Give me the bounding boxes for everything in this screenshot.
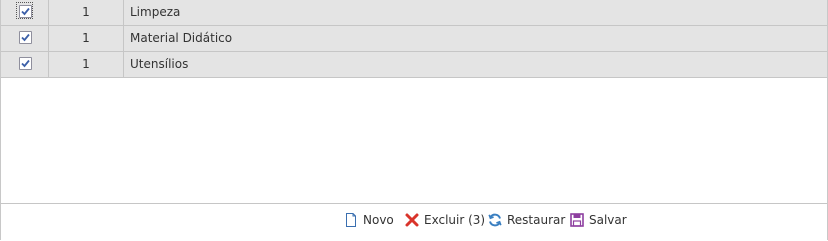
row-checkbox[interactable] — [19, 31, 32, 44]
row-checkbox[interactable] — [19, 5, 32, 18]
row-name-cell[interactable]: Utensílios — [124, 52, 827, 77]
save-button-label: Salvar — [589, 213, 627, 227]
grid-body: 1 Limpeza 1 Material Didático 1 Utensíli… — [1, 0, 827, 202]
new-document-icon — [343, 212, 359, 228]
table-row[interactable]: 1 Limpeza — [1, 0, 827, 26]
floppy-disk-icon — [569, 212, 585, 228]
row-checkbox[interactable] — [19, 57, 32, 70]
refresh-icon — [487, 212, 503, 228]
restore-button-label: Restaurar — [507, 213, 566, 227]
grid-toolbar: Novo Excluir (3) Restaurar Salvar — [1, 203, 827, 240]
table-row[interactable]: 1 Utensílios — [1, 52, 827, 78]
new-button-label: Novo — [363, 213, 394, 227]
row-select-cell[interactable] — [1, 52, 49, 77]
row-name-cell[interactable]: Material Didático — [124, 26, 827, 51]
row-select-cell[interactable] — [1, 26, 49, 51]
data-grid: 1 Limpeza 1 Material Didático 1 Utensíli… — [0, 0, 828, 240]
row-number-cell[interactable]: 1 — [49, 52, 124, 77]
delete-button-label: Excluir (3) — [424, 213, 486, 227]
row-select-cell[interactable] — [1, 0, 49, 25]
row-number-cell[interactable]: 1 — [49, 26, 124, 51]
table-row[interactable]: 1 Material Didático — [1, 26, 827, 52]
row-number-cell[interactable]: 1 — [49, 0, 124, 25]
row-name-cell[interactable]: Limpeza — [124, 0, 827, 25]
red-x-icon — [404, 212, 420, 228]
